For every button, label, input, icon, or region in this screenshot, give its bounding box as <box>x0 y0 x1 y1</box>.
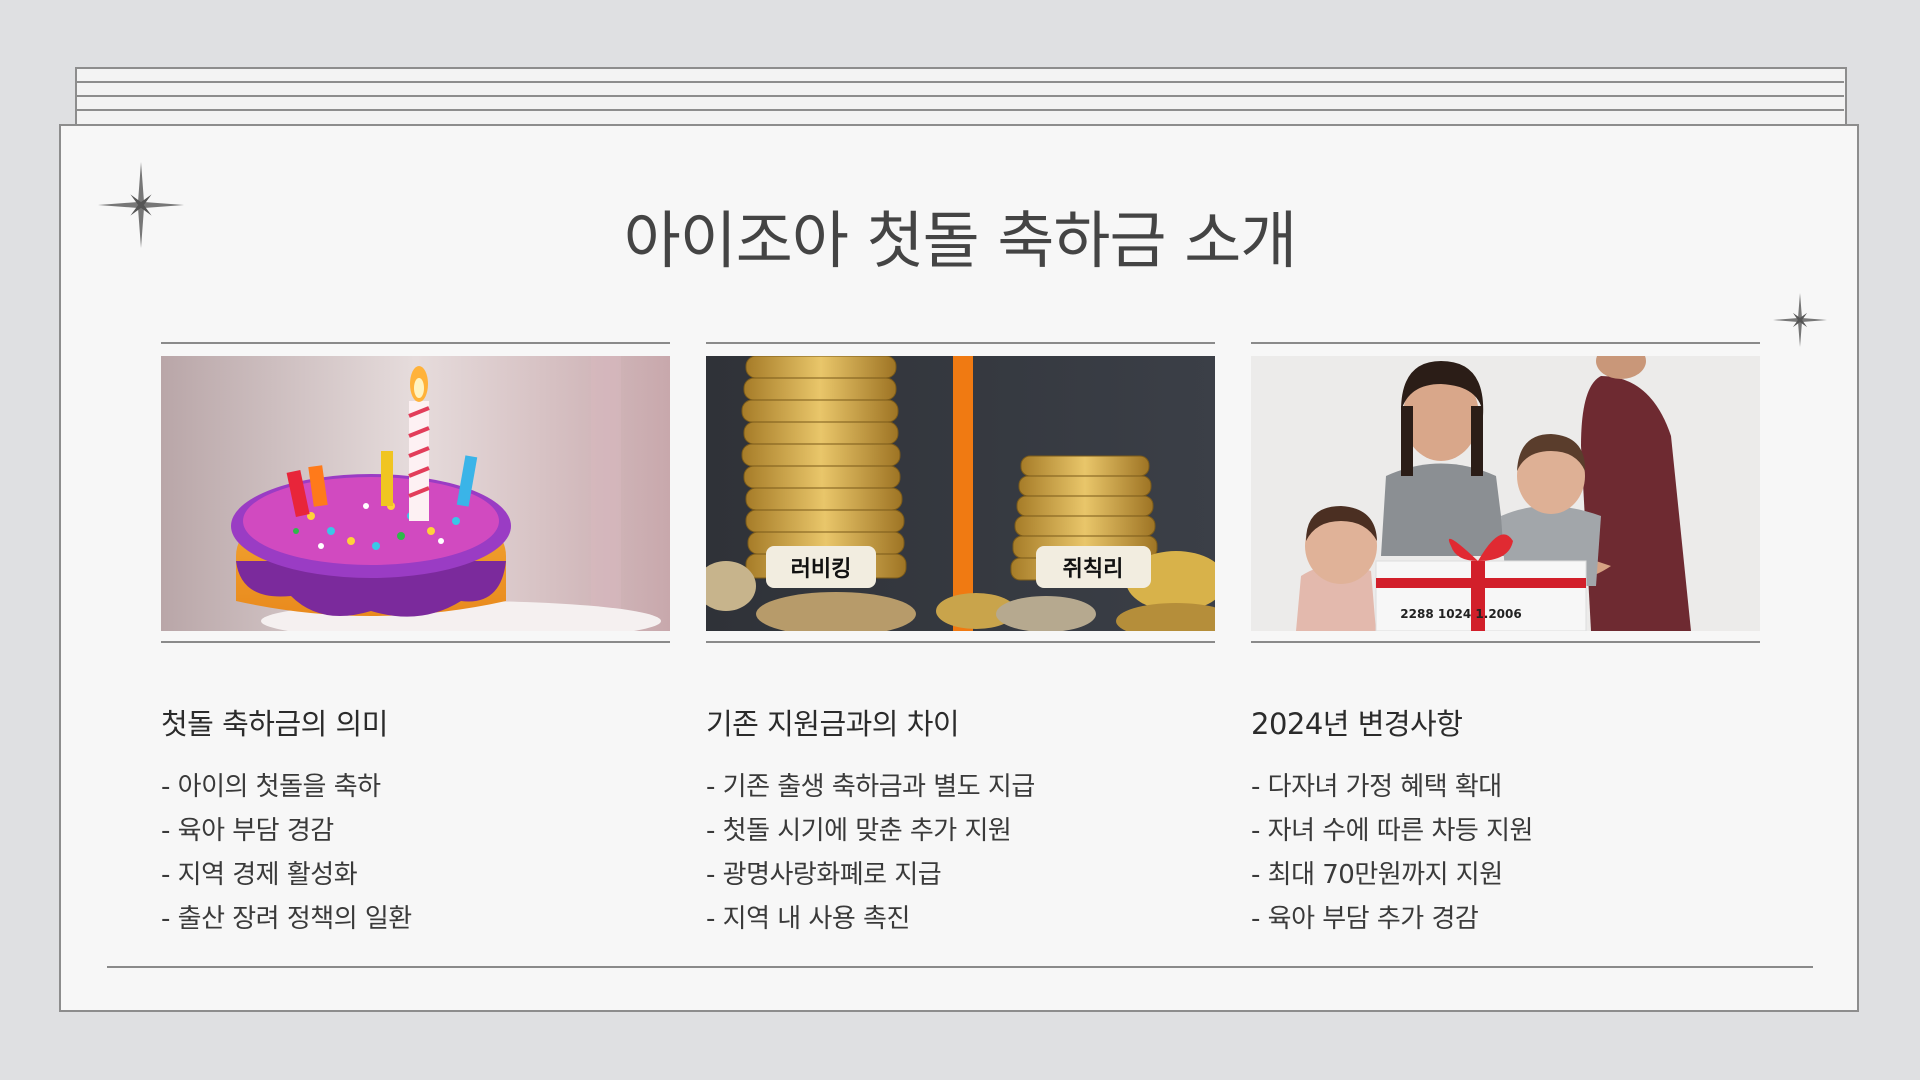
paper-stack <box>75 67 1847 127</box>
paper-edge <box>76 95 1844 97</box>
section-meaning: 첫돌 축하금의 의미 - 아이의 첫돌을 축하 - 육아 부담 경감 - 지역 … <box>161 342 670 941</box>
sparkle-icon <box>1773 293 1827 347</box>
divider <box>1251 641 1760 643</box>
list-item: - 출산 장려 정책의 일환 <box>161 904 412 934</box>
paper-edge <box>76 81 1844 83</box>
list-item: - 자녀 수에 따른 차등 지원 <box>1251 816 1533 846</box>
bullet-list: - 아이의 첫돌을 축하 - 육아 부담 경감 - 지역 경제 활성화 - 출산… <box>161 765 670 941</box>
gift-label: 2288 1024 1.2006 <box>1400 607 1521 621</box>
list-item: - 지역 경제 활성화 <box>161 860 358 890</box>
coin-label: 쥐칙리 <box>1063 557 1124 582</box>
list-item: - 육아 부담 경감 <box>161 816 334 846</box>
section-difference: 러비킹 쥐칙리 기존 지원금과의 차이 - 기존 출생 축하금과 별도 지급 -… <box>706 342 1215 941</box>
page-title: 아이조아 첫돌 축하금 소개 <box>623 204 1298 277</box>
divider <box>161 641 670 643</box>
divider <box>161 342 670 344</box>
section-changes-2024: 2288 1024 1.2006 2024년 변경사항 - 다자녀 가정 혜택 … <box>1251 342 1760 941</box>
list-item: - 다자녀 가정 혜택 확대 <box>1251 772 1502 802</box>
list-item: - 지역 내 사용 촉진 <box>706 904 910 934</box>
list-item: - 최대 70만원까지 지원 <box>1251 860 1503 890</box>
list-item: - 육아 부담 추가 경감 <box>1251 904 1479 934</box>
divider <box>706 342 1215 344</box>
birthday-cake-photo <box>161 356 670 631</box>
section-heading: 2024년 변경사항 <box>1251 707 1463 741</box>
paper-edge <box>76 109 1844 111</box>
list-item: - 광명사랑화폐로 지급 <box>706 860 942 890</box>
divider <box>1251 342 1760 344</box>
list-item: - 아이의 첫돌을 축하 <box>161 772 381 802</box>
section-heading: 기존 지원금과의 차이 <box>706 707 960 741</box>
list-item: - 기존 출생 축하금과 별도 지급 <box>706 772 1035 802</box>
bullet-list: - 기존 출생 축하금과 별도 지급 - 첫돌 시기에 맞춘 추가 지원 - 광… <box>706 765 1215 941</box>
footer-divider <box>107 966 1813 968</box>
coin-stacks-photo: 러비킹 쥐칙리 <box>706 356 1215 631</box>
coin-label: 러비킹 <box>791 557 852 582</box>
divider <box>706 641 1215 643</box>
list-item: - 첫돌 시기에 맞춘 추가 지원 <box>706 816 1012 846</box>
family-gift-photo: 2288 1024 1.2006 <box>1251 356 1760 631</box>
section-heading: 첫돌 축하금의 의미 <box>161 707 388 741</box>
bullet-list: - 다자녀 가정 혜택 확대 - 자녀 수에 따른 차등 지원 - 최대 70만… <box>1251 765 1760 941</box>
